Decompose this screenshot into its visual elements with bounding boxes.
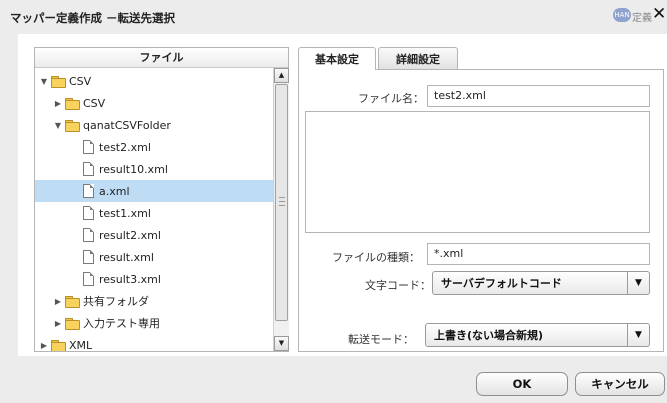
dialog-titlebar: マッパー定義作成 －転送先選択 HAN 定義 ✕: [0, 0, 667, 34]
tree-item-label: result2.xml: [99, 228, 161, 242]
folder-icon: [65, 295, 80, 308]
file-icon: [83, 206, 94, 220]
tree-item-label: result.xml: [99, 250, 154, 264]
file-icon: [83, 272, 94, 286]
scroll-down-icon[interactable]: ▼: [274, 336, 289, 351]
folder-icon: [65, 119, 80, 132]
preview-textarea[interactable]: [305, 111, 650, 233]
tree-item-label: 共有フォルダ: [83, 295, 149, 308]
tree-item-label: test1.xml: [99, 206, 151, 220]
folder-icon: [65, 97, 80, 110]
expand-right-icon[interactable]: ▶: [53, 319, 63, 328]
tree-vertical-scrollbar[interactable]: ▲ ▼: [273, 68, 289, 351]
tree-file-item[interactable]: result.xml: [35, 246, 273, 268]
tree-file-item[interactable]: result3.xml: [35, 268, 273, 290]
cancel-button[interactable]: キャンセル: [575, 372, 665, 396]
tree-folder-item[interactable]: ▼ CSV: [35, 70, 273, 92]
tree-item-label: 入力テスト専用: [83, 317, 160, 330]
tab-basic-settings[interactable]: 基本設定: [298, 47, 376, 70]
tree-item-label: result10.xml: [99, 162, 168, 176]
scroll-up-icon[interactable]: ▲: [274, 68, 289, 83]
file-tree: ▼ CSV ▶ CSV ▼ qanatCSVFolder test2.xml result10…: [35, 68, 273, 351]
tree-file-item[interactable]: result2.xml: [35, 224, 273, 246]
expand-down-icon[interactable]: ▼: [53, 121, 63, 130]
ok-button[interactable]: OK: [476, 372, 568, 396]
filename-label: ファイル名：: [358, 92, 424, 105]
expand-right-icon[interactable]: ▶: [53, 297, 63, 306]
folder-icon: [65, 317, 80, 330]
transfer-mode-value: 上書き(ない場合新規): [434, 329, 544, 342]
dialog-left-gutter: [0, 34, 18, 356]
transfer-mode-label: 転送モード：: [348, 333, 414, 346]
tree-folder-item[interactable]: ▶ XML: [35, 334, 273, 351]
tree-item-label: CSV: [83, 96, 106, 110]
chevron-down-icon[interactable]: ▼: [627, 272, 649, 294]
expand-down-icon[interactable]: ▼: [39, 77, 49, 86]
tree-item-label: qanatCSVFolder: [83, 118, 171, 132]
tree-folder-item[interactable]: ▶ 入力テスト専用: [35, 312, 273, 334]
scroll-thumb[interactable]: [275, 84, 288, 321]
tree-folder-item[interactable]: ▶ CSV: [35, 92, 273, 114]
filename-input[interactable]: test2.xml: [427, 85, 650, 107]
close-icon[interactable]: ✕: [652, 6, 666, 23]
tree-item-label: XML: [69, 338, 93, 352]
tree-item-label: result3.xml: [99, 272, 161, 286]
file-tree-header: ファイル: [35, 48, 288, 68]
tree-folder-item[interactable]: ▶ 共有フォルダ: [35, 290, 273, 312]
file-icon: [83, 140, 94, 154]
charset-label: 文字コード：: [365, 279, 431, 292]
help-label[interactable]: 定義: [632, 9, 652, 24]
folder-icon: [51, 75, 66, 88]
help-badge-icon[interactable]: HAN: [613, 8, 631, 22]
transfer-mode-select[interactable]: 上書き(ない場合新規) ▼: [425, 323, 650, 347]
tree-file-item[interactable]: result10.xml: [35, 158, 273, 180]
file-icon: [83, 228, 94, 242]
file-icon: [83, 250, 94, 264]
filetype-label: ファイルの種類：: [332, 251, 420, 264]
folder-icon: [51, 339, 66, 351]
chevron-down-icon[interactable]: ▼: [627, 324, 649, 346]
filetype-input[interactable]: *.xml: [427, 243, 650, 265]
file-tree-panel: ファイル ▼ CSV ▶ CSV ▼ qanatCSVFolder test2.xml res…: [34, 47, 289, 352]
tree-file-item[interactable]: a.xml: [35, 180, 273, 202]
tree-item-label: CSV: [69, 74, 92, 88]
tree-file-item[interactable]: test1.xml: [35, 202, 273, 224]
tree-folder-item[interactable]: ▼ qanatCSVFolder: [35, 114, 273, 136]
file-icon: [83, 184, 94, 198]
tab-detail-settings[interactable]: 詳細設定: [378, 47, 458, 69]
expand-right-icon[interactable]: ▶: [39, 341, 49, 350]
dialog-title: マッパー定義作成 －転送先選択: [10, 11, 176, 25]
charset-select[interactable]: サーバデフォルトコード ▼: [432, 271, 650, 295]
charset-select-value: サーバデフォルトコード: [441, 277, 562, 290]
expand-right-icon[interactable]: ▶: [53, 99, 63, 108]
tree-item-label: test2.xml: [99, 140, 151, 154]
tree-file-item[interactable]: test2.xml: [35, 136, 273, 158]
file-icon: [83, 162, 94, 176]
scroll-grip-icon: [279, 197, 285, 206]
tree-item-label: a.xml: [99, 184, 130, 198]
